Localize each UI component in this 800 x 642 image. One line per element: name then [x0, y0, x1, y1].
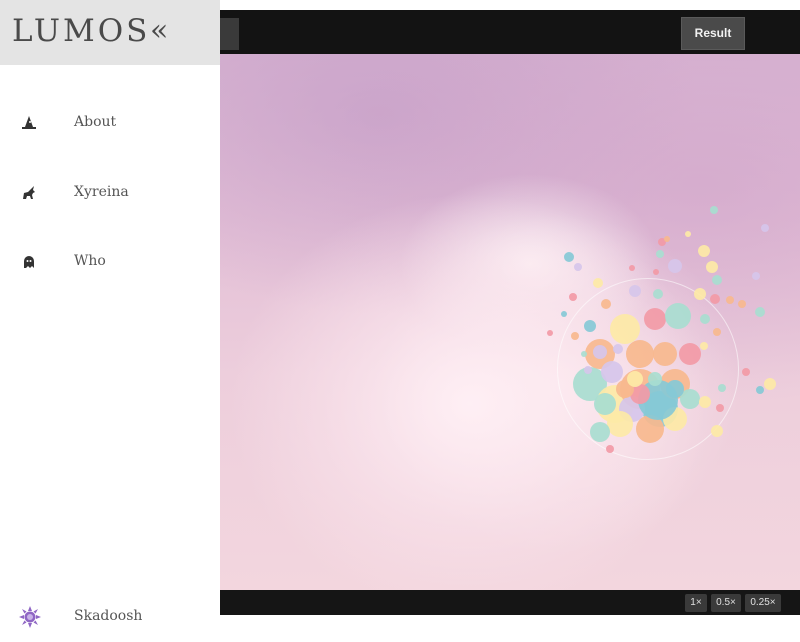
bubble-dot: [626, 340, 654, 368]
bubble-dot: [629, 265, 635, 271]
bubble-dot: [718, 384, 726, 392]
bubble-dot: [666, 380, 684, 398]
bubble-dot: [668, 259, 682, 273]
bubble-dot: [764, 378, 776, 390]
unicorn-icon: [20, 184, 38, 202]
bubble-dot: [564, 252, 574, 262]
bubble-dot: [569, 293, 577, 301]
bubble-dot: [694, 288, 706, 300]
bubble-dot: [711, 425, 723, 437]
bubble-dot: [648, 372, 662, 386]
bubble-dot: [653, 289, 663, 299]
bubble-dot: [698, 245, 710, 257]
bubble-dot: [755, 307, 765, 317]
bubble-dot: [712, 275, 722, 285]
sidebar-item-label: Xyreina: [74, 184, 129, 200]
bubble-dot: [653, 342, 677, 366]
bubble-dot: [629, 285, 641, 297]
bubble-dot: [726, 296, 734, 304]
bubble-dot: [656, 250, 664, 258]
bubble-dot: [590, 422, 610, 442]
sidebar-item-label: About: [74, 114, 117, 130]
bubble-dot: [699, 396, 711, 408]
bubble-dot: [613, 344, 623, 354]
sun-burst-icon: [19, 606, 41, 628]
sidebar-header: LUMOS «: [0, 0, 220, 65]
bubble-dot: [627, 371, 643, 387]
bubble-dot: [581, 351, 587, 357]
bubble-dot: [700, 314, 710, 324]
bubble-dot: [665, 303, 691, 329]
sidebar-item-label: Who: [74, 253, 106, 269]
bubble-dot: [761, 224, 769, 232]
bubble-dot: [593, 345, 607, 359]
bubble-dot: [700, 342, 708, 350]
bubble-dot: [571, 332, 579, 340]
bubble-dot: [713, 328, 721, 336]
bubble-dot: [752, 272, 760, 280]
zoom-half-button[interactable]: 0.5×: [711, 594, 741, 612]
bubble-dot: [742, 368, 750, 376]
bubble-dot: [601, 299, 611, 309]
sidebar-item-xyreina[interactable]: Xyreina: [0, 174, 220, 214]
bubble-dot: [561, 311, 567, 317]
bubble-dot: [738, 300, 746, 308]
bubble-dot: [601, 361, 623, 383]
bubble-dot: [593, 278, 603, 288]
bubble-dot: [584, 366, 592, 374]
bubble-dot: [664, 236, 670, 242]
bubble-dot: [607, 411, 633, 437]
zoom-1x-button[interactable]: 1×: [685, 594, 707, 612]
collapse-chevron-icon[interactable]: «: [150, 13, 168, 49]
bubble-dot: [710, 206, 718, 214]
sidebar-item-about[interactable]: About: [0, 104, 220, 144]
wizard-hat-icon: [20, 114, 38, 132]
bubble-dot: [679, 343, 701, 365]
bubble-dot: [653, 269, 659, 275]
bubble-dot: [547, 330, 553, 336]
bubble-dot: [706, 261, 718, 273]
bubble-dot: [756, 386, 764, 394]
bubble-dot: [574, 263, 582, 271]
bubble-dot: [584, 320, 596, 332]
result-button[interactable]: Result: [681, 17, 745, 50]
sidebar-item-skadoosh[interactable]: Skadoosh: [0, 598, 220, 638]
bubble-dot: [685, 231, 691, 237]
sidebar-item-label: Skadoosh: [74, 608, 143, 624]
brand-logo-text: LUMOS: [12, 13, 151, 49]
ghost-icon: [20, 253, 38, 271]
bubble-dot: [716, 404, 724, 412]
bubble-dot: [606, 445, 614, 453]
sidebar: LUMOS « About Xyreina Who Skadoosh: [0, 0, 220, 642]
bubble-dot: [710, 294, 720, 304]
sidebar-item-who[interactable]: Who: [0, 243, 220, 283]
zoom-quarter-button[interactable]: 0.25×: [745, 594, 781, 612]
bubble-dot: [644, 308, 666, 330]
